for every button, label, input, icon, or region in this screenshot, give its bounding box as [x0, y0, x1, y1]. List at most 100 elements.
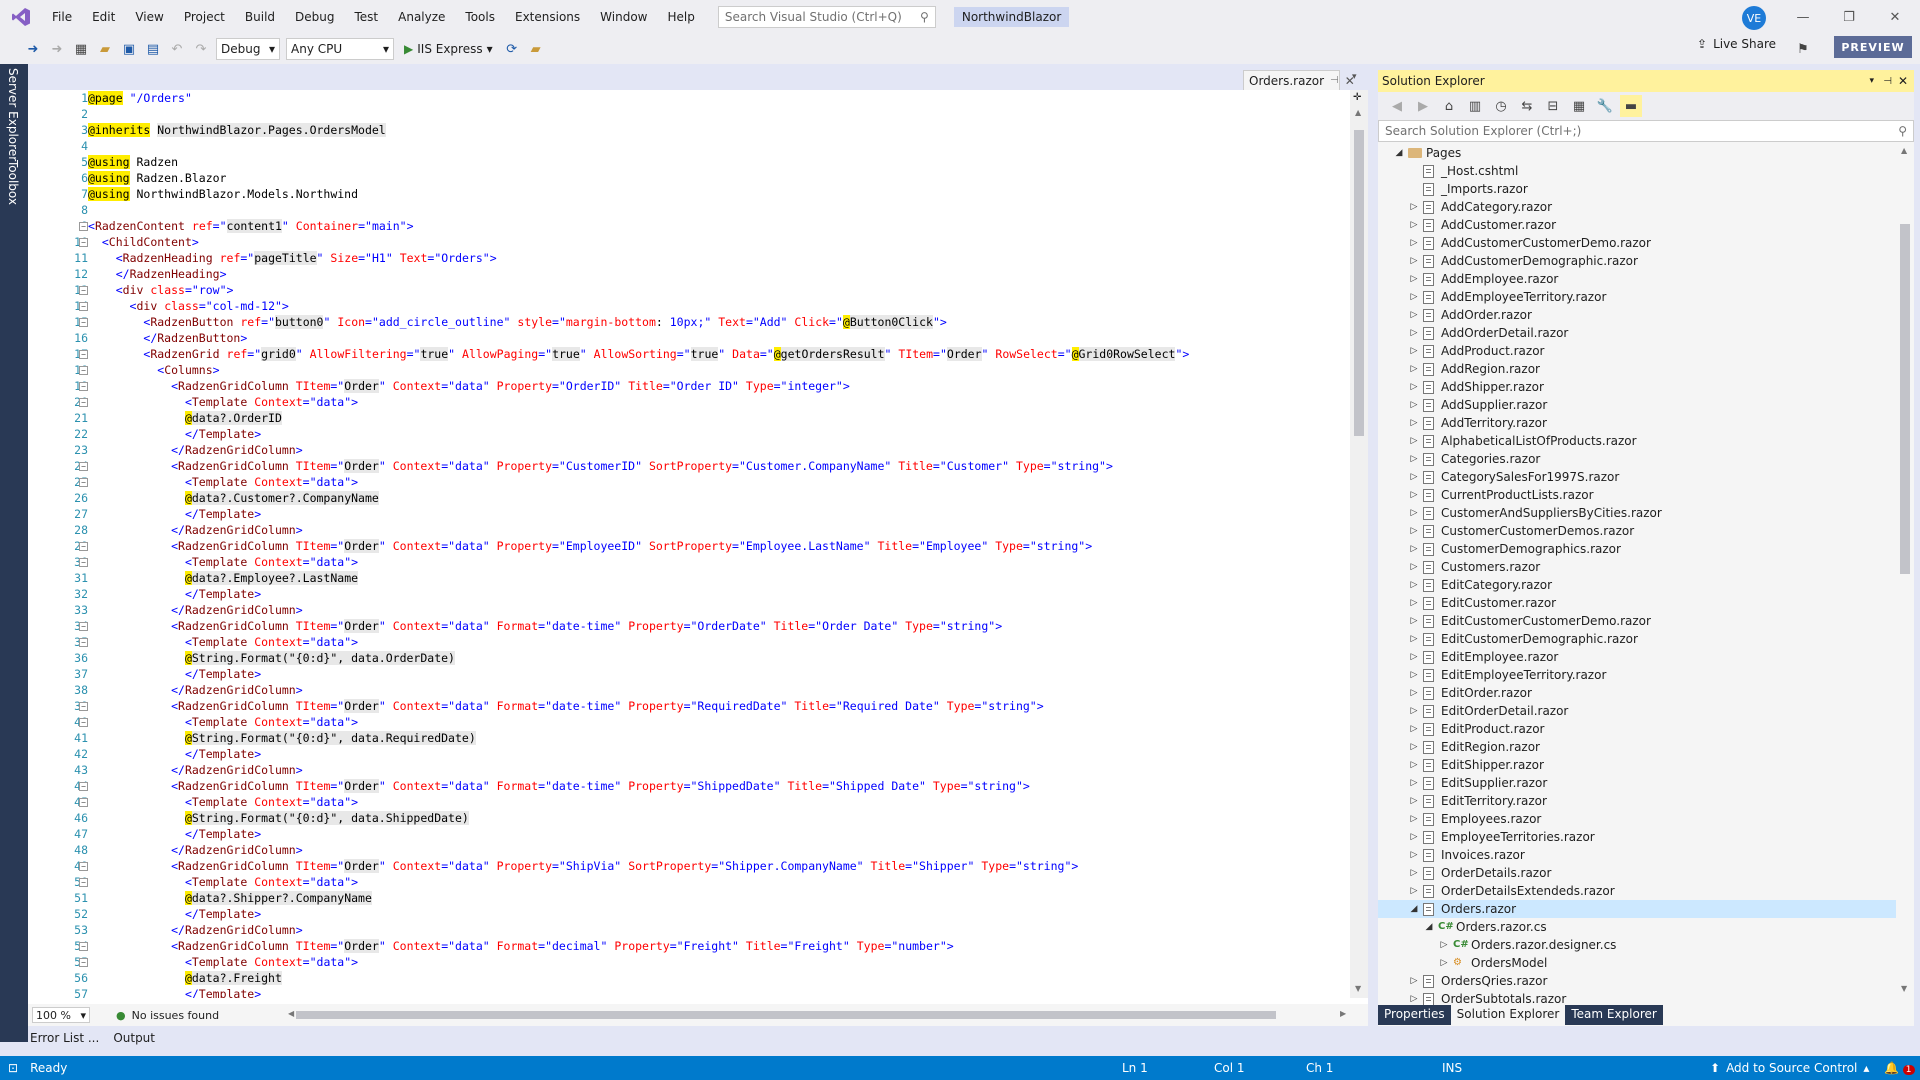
refresh-icon[interactable]: ⟳ [501, 38, 523, 60]
fold-toggle-icon[interactable]: − [79, 638, 88, 647]
collapsed-arrow-icon[interactable]: ▷ [1409, 972, 1419, 990]
fold-toggle-icon[interactable]: − [79, 542, 88, 551]
feedback-icon[interactable]: ⚑ [1792, 38, 1814, 60]
collapsed-arrow-icon[interactable]: ▷ [1439, 954, 1449, 972]
menu-debug[interactable]: Debug [285, 0, 344, 34]
collapsed-arrow-icon[interactable]: ▷ [1409, 738, 1419, 756]
collapsed-arrow-icon[interactable]: ▷ [1409, 684, 1419, 702]
collapsed-arrow-icon[interactable]: ▷ [1409, 774, 1419, 792]
collapsed-arrow-icon[interactable]: ▷ [1409, 864, 1419, 882]
tree-item[interactable]: ▷ EditProduct.razor [1378, 720, 1896, 738]
status-line[interactable]: Ln 1 [1122, 1061, 1148, 1075]
show-all-files-icon[interactable]: ▦ [1568, 95, 1590, 117]
solution-scrollbar[interactable]: ▲ ▼ [1896, 144, 1914, 1000]
visual-studio-logo-icon[interactable] [0, 0, 42, 34]
pin-icon[interactable]: ⊣ [1883, 76, 1892, 87]
tree-item[interactable]: ▷ OrderDetails.razor [1378, 864, 1896, 882]
navigate-back-icon[interactable]: ➜ [22, 38, 44, 60]
fold-toggle-icon[interactable]: − [79, 318, 88, 327]
error-list-tab[interactable]: Error List ... [30, 1031, 99, 1045]
browser-link-icon[interactable]: ▰ [525, 38, 547, 60]
panel-menu-icon[interactable]: ▾ [1869, 76, 1874, 86]
fold-toggle-icon[interactable]: − [79, 622, 88, 631]
tree-item[interactable]: ▷ CategorySalesFor1997S.razor [1378, 468, 1896, 486]
sync-icon[interactable]: ⇆ [1516, 95, 1538, 117]
tree-item[interactable]: ▷ AddEmployee.razor [1378, 270, 1896, 288]
server-explorer-tab[interactable]: Server Explorer [6, 68, 20, 161]
editor-vertical-scrollbar[interactable]: ✛ ▲ ▼ [1350, 90, 1368, 998]
close-window-icon[interactable]: ✕ [1872, 0, 1918, 34]
menu-view[interactable]: View [125, 0, 173, 34]
tree-item[interactable]: ▷ CustomerAndSuppliersByCities.razor [1378, 504, 1896, 522]
expanded-arrow-icon[interactable]: ◢ [1424, 918, 1434, 936]
collapsed-arrow-icon[interactable]: ▷ [1409, 666, 1419, 684]
tree-item[interactable]: ▷ AddProduct.razor [1378, 342, 1896, 360]
collapse-all-icon[interactable]: ⊟ [1542, 95, 1564, 117]
fold-toggle-icon[interactable]: − [79, 238, 88, 247]
tree-item[interactable]: ▷ Customers.razor [1378, 558, 1896, 576]
tree-item[interactable]: ▷ EditCustomer.razor [1378, 594, 1896, 612]
fold-toggle-icon[interactable]: − [79, 398, 88, 407]
menu-analyze[interactable]: Analyze [388, 0, 455, 34]
collapsed-arrow-icon[interactable]: ▷ [1409, 378, 1419, 396]
menu-file[interactable]: File [42, 0, 82, 34]
tree-item[interactable]: ▷ Categories.razor [1378, 450, 1896, 468]
collapsed-arrow-icon[interactable]: ▷ [1409, 324, 1419, 342]
collapsed-arrow-icon[interactable]: ▷ [1409, 702, 1419, 720]
tree-item[interactable]: ▷ AddTerritory.razor [1378, 414, 1896, 432]
avatar[interactable]: VE [1742, 6, 1766, 30]
code-area[interactable]: @page "/Orders" @inherits NorthwindBlazor… [88, 90, 1350, 998]
scroll-down-icon[interactable]: ▼ [1355, 984, 1361, 993]
tree-item[interactable]: ▷ AddOrderDetail.razor [1378, 324, 1896, 342]
status-column[interactable]: Col 1 [1214, 1061, 1245, 1075]
fold-toggle-icon[interactable]: − [79, 462, 88, 471]
collapsed-arrow-icon[interactable]: ▷ [1409, 882, 1419, 900]
tree-item[interactable]: ▷ Employees.razor [1378, 810, 1896, 828]
menu-window[interactable]: Window [590, 0, 657, 34]
search-input[interactable]: Search Visual Studio (Ctrl+Q) ⚲ [717, 6, 936, 28]
tree-item[interactable]: ▷ AddCategory.razor [1378, 198, 1896, 216]
fold-toggle-icon[interactable]: − [79, 366, 88, 375]
tree-item[interactable]: ◢ Pages [1378, 144, 1896, 162]
tree-item[interactable]: ◢ Orders.razor [1378, 900, 1896, 918]
tree-item[interactable]: ▷ CustomerDemographics.razor [1378, 540, 1896, 558]
collapsed-arrow-icon[interactable]: ▷ [1409, 468, 1419, 486]
status-insert-mode[interactable]: INS [1442, 1061, 1462, 1075]
collapsed-arrow-icon[interactable]: ▷ [1409, 198, 1419, 216]
fold-toggle-icon[interactable]: − [79, 382, 88, 391]
tree-item[interactable]: ▷ EditOrder.razor [1378, 684, 1896, 702]
collapsed-arrow-icon[interactable]: ▷ [1409, 234, 1419, 252]
collapsed-arrow-icon[interactable]: ▷ [1409, 216, 1419, 234]
menu-test[interactable]: Test [344, 0, 388, 34]
tree-item[interactable]: ▷ AddEmployeeTerritory.razor [1378, 288, 1896, 306]
tree-item[interactable]: ▷ AddOrder.razor [1378, 306, 1896, 324]
fold-toggle-icon[interactable]: − [79, 862, 88, 871]
pin-icon[interactable]: ⊣ [1330, 75, 1339, 86]
menu-help[interactable]: Help [657, 0, 704, 34]
solution-search-input[interactable]: Search Solution Explorer (Ctrl+;) ⚲ [1378, 120, 1914, 142]
scroll-down-icon[interactable]: ▼ [1901, 984, 1907, 993]
tree-item[interactable]: ▷ EditShipper.razor [1378, 756, 1896, 774]
preview-button[interactable]: PREVIEW [1834, 36, 1912, 58]
fold-toggle-icon[interactable]: − [79, 798, 88, 807]
redo-icon[interactable]: ↷ [190, 38, 212, 60]
expanded-arrow-icon[interactable]: ◢ [1394, 144, 1404, 162]
collapsed-arrow-icon[interactable]: ▷ [1409, 810, 1419, 828]
tree-item[interactable]: _Imports.razor [1378, 180, 1896, 198]
navigate-forward-icon[interactable]: ➜ [46, 38, 68, 60]
collapsed-arrow-icon[interactable]: ▷ [1409, 522, 1419, 540]
editor-horizontal-scroll-thumb[interactable] [296, 1011, 1276, 1019]
fold-toggle-icon[interactable]: − [79, 558, 88, 567]
fold-toggle-icon[interactable]: − [79, 878, 88, 887]
scroll-up-icon[interactable]: ▲ [1901, 146, 1907, 155]
tree-item[interactable]: ▷ EditCustomerCustomerDemo.razor [1378, 612, 1896, 630]
back-icon[interactable]: ◀ [1386, 95, 1408, 117]
configuration-select[interactable]: Debug ▾ [216, 38, 280, 60]
editor-scroll-thumb[interactable] [1354, 130, 1364, 436]
tree-item[interactable]: ▷ EditOrderDetail.razor [1378, 702, 1896, 720]
tree-item[interactable]: ▷ AddSupplier.razor [1378, 396, 1896, 414]
menu-extensions[interactable]: Extensions [505, 0, 590, 34]
output-tab[interactable]: Output [113, 1031, 155, 1045]
save-icon[interactable]: ▣ [118, 38, 140, 60]
collapsed-arrow-icon[interactable]: ▷ [1409, 612, 1419, 630]
